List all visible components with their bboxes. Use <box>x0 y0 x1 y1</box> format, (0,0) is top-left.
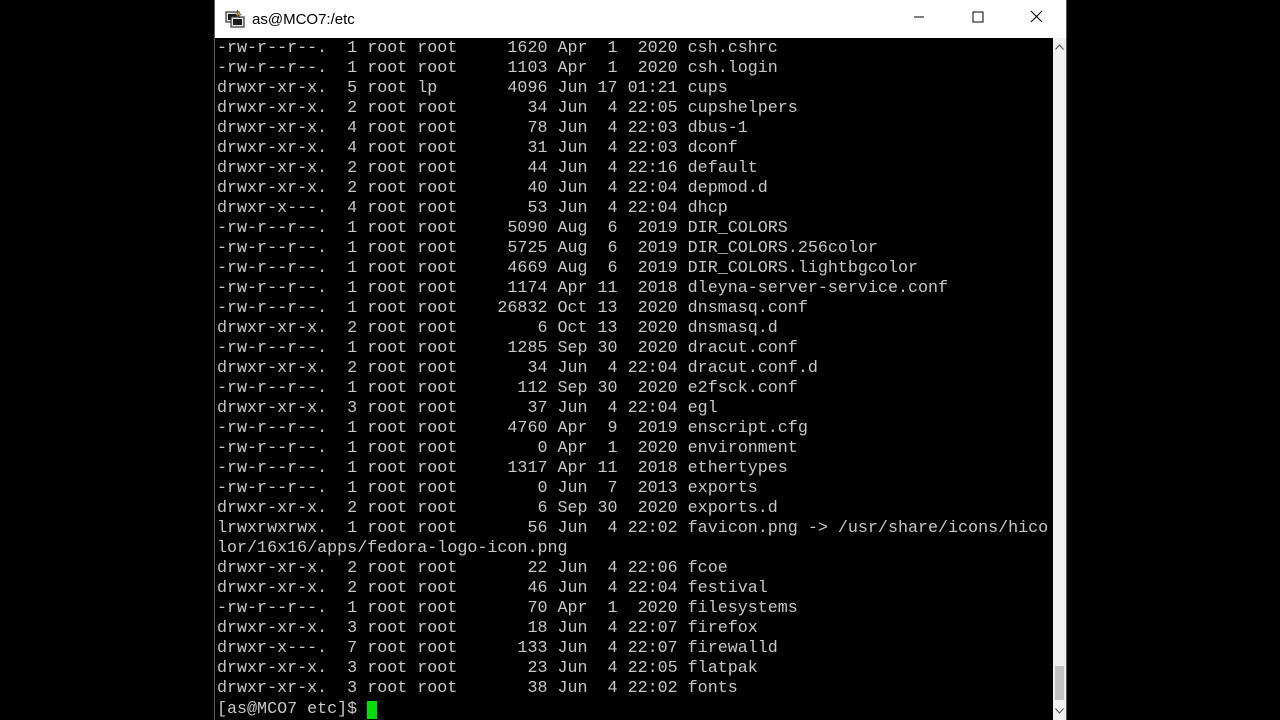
close-button[interactable] <box>1007 0 1066 38</box>
terminal-line: drwxr-xr-x. 2 root root 46 Jun 4 22:04 f… <box>217 579 768 598</box>
terminal-line: lor/16x16/apps/fedora-logo-icon.png <box>217 539 568 558</box>
terminal-line: drwxr-x---. 7 root root 133 Jun 4 22:07 … <box>217 639 778 658</box>
terminal-line: -rw-r--r--. 1 root root 26832 Oct 13 202… <box>217 299 808 318</box>
terminal-line: drwxr-xr-x. 4 root root 78 Jun 4 22:03 d… <box>217 119 748 138</box>
terminal-line: drwxr-xr-x. 3 root root 37 Jun 4 22:04 e… <box>217 399 718 418</box>
window-title: as@MCO7:/etc <box>252 10 355 28</box>
minimize-icon <box>913 10 925 28</box>
command-prompt[interactable]: [as@MCO7 etc]$ <box>217 700 378 720</box>
terminal-line: drwxr-xr-x. 3 root root 18 Jun 4 22:07 f… <box>217 619 758 638</box>
terminal-line: drwxr-xr-x. 2 root root 34 Jun 4 22:05 c… <box>217 99 798 118</box>
terminal-window: as@MCO7:/etc -rw-r--r--. 1 root root 162… <box>214 0 1067 720</box>
terminal-line: -rw-r--r--. 1 root root 1103 Apr 1 2020 … <box>217 59 778 78</box>
prompt-text: [as@MCO7 etc]$ <box>217 700 368 719</box>
terminal-line: drwxr-xr-x. 3 root root 23 Jun 4 22:05 f… <box>217 659 758 678</box>
terminal-line: lrwxrwxrwx. 1 root root 56 Jun 4 22:02 f… <box>217 519 1049 538</box>
terminal-line: drwxr-xr-x. 3 root root 38 Jun 4 22:02 f… <box>217 679 738 698</box>
terminal-line: drwxr-xr-x. 2 root root 34 Jun 4 22:04 d… <box>217 359 818 378</box>
terminal-line: -rw-r--r--. 1 root root 70 Apr 1 2020 fi… <box>217 599 798 618</box>
terminal-line: -rw-r--r--. 1 root root 5725 Aug 6 2019 … <box>217 239 878 258</box>
terminal-line: drwxr-xr-x. 2 root root 6 Sep 30 2020 ex… <box>217 499 778 518</box>
scroll-up-arrow-icon[interactable] <box>1053 41 1066 53</box>
terminal-line: -rw-r--r--. 1 root root 4669 Aug 6 2019 … <box>217 259 918 278</box>
terminal-line: drwxr-xr-x. 2 root root 22 Jun 4 22:06 f… <box>217 559 728 578</box>
terminal-line: drwxr-xr-x. 2 root root 44 Jun 4 22:16 d… <box>217 159 758 178</box>
terminal-line: -rw-r--r--. 1 root root 1174 Apr 11 2018… <box>217 279 949 298</box>
terminal-line: -rw-r--r--. 1 root root 5090 Aug 6 2019 … <box>217 219 788 238</box>
terminal-line: -rw-r--r--. 1 root root 1285 Sep 30 2020… <box>217 339 798 358</box>
scroll-thumb[interactable] <box>1055 666 1064 700</box>
terminal-line: -rw-r--r--. 1 root root 4760 Apr 9 2019 … <box>217 419 808 438</box>
terminal-line: drwxr-xr-x. 4 root root 31 Jun 4 22:03 d… <box>217 139 738 158</box>
window-controls <box>889 0 1066 38</box>
text-cursor <box>367 701 378 719</box>
title-bar[interactable]: as@MCO7:/etc <box>215 0 1066 38</box>
minimize-button[interactable] <box>889 0 948 38</box>
close-icon <box>1030 10 1043 28</box>
terminal-line: drwxr-x---. 4 root root 53 Jun 4 22:04 d… <box>217 199 728 218</box>
terminal-output[interactable]: -rw-r--r--. 1 root root 1620 Apr 1 2020 … <box>217 38 1053 720</box>
vertical-scrollbar[interactable] <box>1053 38 1066 720</box>
terminal-line: drwxr-xr-x. 5 root lp 4096 Jun 17 01:21 … <box>217 79 728 98</box>
maximize-icon <box>972 10 984 28</box>
scroll-down-arrow-icon[interactable] <box>1053 705 1066 717</box>
terminal-line: -rw-r--r--. 1 root root 112 Sep 30 2020 … <box>217 379 798 398</box>
terminal-line: -rw-r--r--. 1 root root 1317 Apr 11 2018… <box>217 459 788 478</box>
terminal-line: -rw-r--r--. 1 root root 1620 Apr 1 2020 … <box>217 39 778 58</box>
terminal-line: drwxr-xr-x. 2 root root 40 Jun 4 22:04 d… <box>217 179 768 198</box>
terminal-line: drwxr-xr-x. 2 root root 6 Oct 13 2020 dn… <box>217 319 778 338</box>
terminal-line: -rw-r--r--. 1 root root 0 Apr 1 2020 env… <box>217 439 798 458</box>
putty-terminal-icon[interactable] <box>224 8 246 30</box>
terminal-line: -rw-r--r--. 1 root root 0 Jun 7 2013 exp… <box>217 479 758 498</box>
maximize-button[interactable] <box>948 0 1007 38</box>
